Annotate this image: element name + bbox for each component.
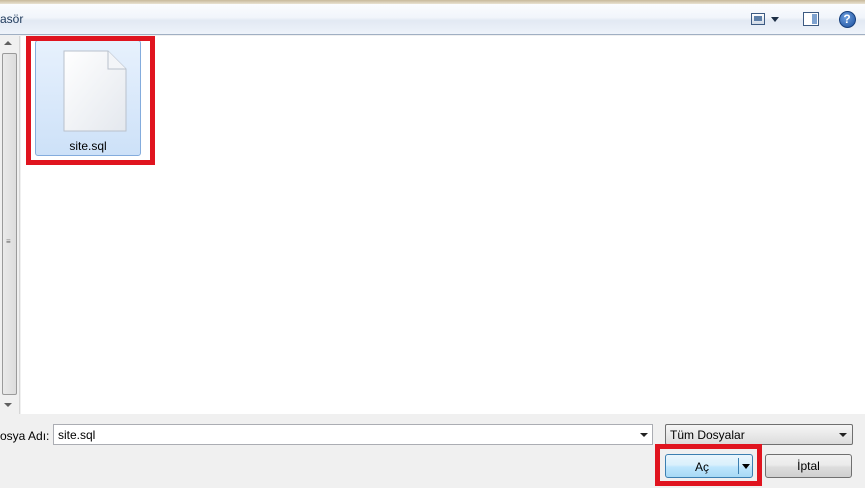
chevron-down-icon[interactable] [771, 16, 779, 22]
preview-pane-button[interactable] [800, 8, 822, 30]
change-view-button[interactable] [745, 8, 785, 30]
preview-pane-icon [803, 12, 819, 26]
file-type-filter-value: Tüm Dosyalar [670, 428, 745, 442]
toolbar: asör ? [0, 4, 865, 35]
filename-history-dropdown[interactable] [635, 425, 652, 444]
help-button[interactable]: ? [836, 8, 858, 30]
chevron-down-icon [839, 432, 847, 437]
cancel-button[interactable]: İptal [765, 454, 852, 478]
new-folder-label[interactable]: asör [0, 12, 23, 26]
filename-label: osya Adı: [0, 429, 50, 443]
file-type-filter-select[interactable]: Tüm Dosyalar [665, 424, 853, 445]
highlight-box-file [26, 36, 155, 165]
filename-input[interactable]: site.sql [53, 424, 653, 445]
scroll-thumb[interactable] [2, 53, 17, 395]
filename-value[interactable]: site.sql [58, 428, 95, 442]
change-view-icon [751, 13, 765, 25]
help-icon: ? [838, 10, 856, 28]
scroll-down-arrow-icon[interactable] [4, 403, 12, 407]
scroll-grip-icon: ≡ [6, 237, 11, 246]
navigation-pane-scrollbar[interactable]: ≡ [0, 36, 20, 414]
highlight-box-open-button [655, 444, 762, 486]
file-type-dropdown-arrow[interactable] [836, 425, 850, 444]
chevron-down-icon [639, 432, 648, 437]
scroll-up-arrow-icon[interactable] [4, 41, 12, 45]
